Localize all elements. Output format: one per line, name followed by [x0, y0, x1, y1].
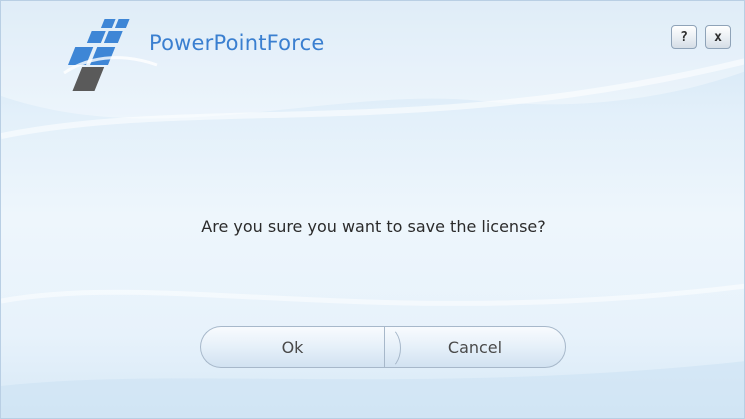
- cancel-button[interactable]: Cancel: [384, 326, 566, 368]
- button-group: Ok Cancel: [200, 326, 568, 370]
- brand-name: PowerPointForce: [149, 31, 325, 55]
- close-icon: x: [714, 29, 722, 45]
- cancel-button-label: Cancel: [447, 337, 503, 357]
- help-button[interactable]: ?: [671, 25, 697, 49]
- dialog-window: PowerPointForce ? x Are you sure you wan…: [0, 0, 745, 419]
- confirmation-message: Are you sure you want to save the licens…: [201, 217, 546, 236]
- help-icon: ?: [680, 29, 688, 45]
- ok-button-label: Ok: [281, 337, 304, 357]
- logo-icon: [49, 13, 159, 98]
- close-button[interactable]: x: [705, 25, 731, 49]
- button-divider: [370, 326, 401, 370]
- ok-button[interactable]: Ok: [200, 326, 384, 368]
